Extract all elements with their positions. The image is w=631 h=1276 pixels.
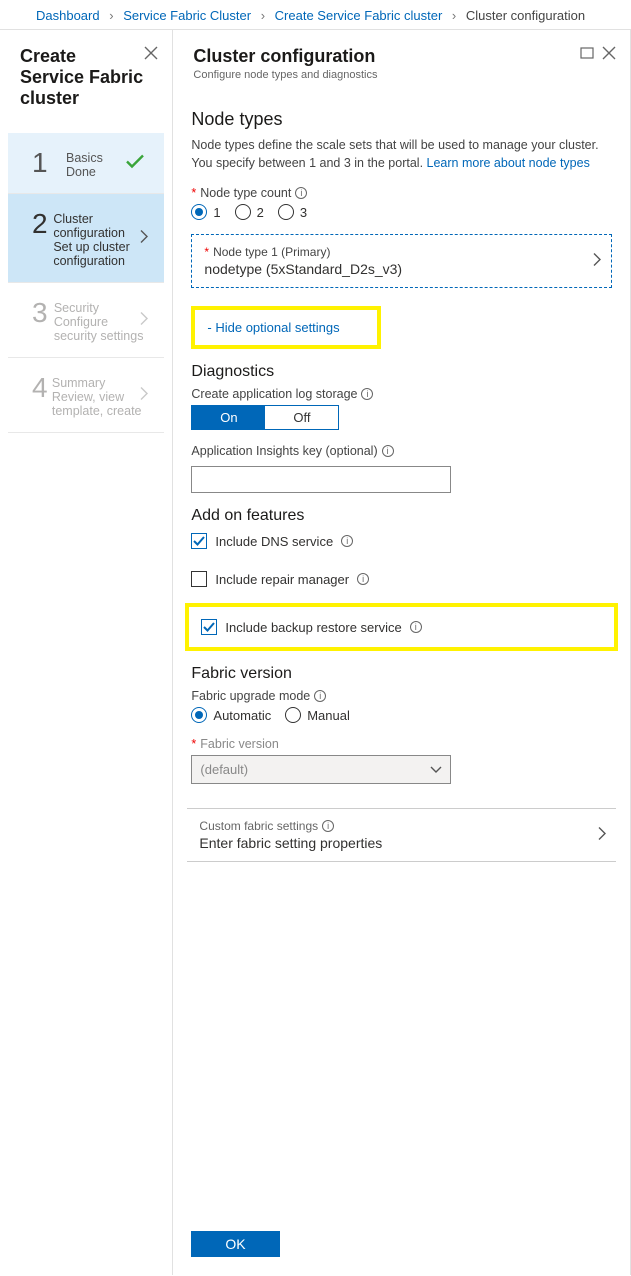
chevron-down-icon <box>430 762 442 777</box>
node-type-1-label: Node type 1 (Primary) <box>213 245 330 259</box>
checkmark-icon <box>126 155 144 172</box>
diagnostics-heading: Diagnostics <box>191 363 612 381</box>
node-count-label: * Node type count i <box>191 186 612 200</box>
config-title: Cluster configuration <box>193 46 377 67</box>
crumb-current: Cluster configuration <box>466 8 585 23</box>
checkbox-icon <box>201 619 217 635</box>
step-number: 2 <box>32 208 53 240</box>
required-star: * <box>191 186 196 200</box>
info-icon[interactable]: i <box>295 187 307 199</box>
checkbox-icon <box>191 533 207 549</box>
crumb-dashboard[interactable]: Dashboard <box>36 8 100 23</box>
required-star: * <box>191 737 196 751</box>
step-4-summary: 4 Summary Review, view template, create <box>8 358 164 433</box>
wizard-title: Create Service Fabric cluster <box>20 46 144 109</box>
mode-automatic[interactable]: Automatic <box>191 707 271 723</box>
toggle-on[interactable]: On <box>192 406 265 429</box>
fabric-mode-label: Fabric upgrade mode i <box>191 689 612 703</box>
radio-icon <box>191 707 207 723</box>
step-subtitle: Configure security settings <box>54 315 149 343</box>
chevron-right-icon <box>140 230 148 247</box>
info-icon[interactable]: i <box>382 445 394 457</box>
step-subtitle: Set up cluster configuration <box>53 240 148 268</box>
info-icon[interactable]: i <box>361 388 373 400</box>
radio-icon <box>235 204 251 220</box>
wizard-blade: Create Service Fabric cluster 1 Basics D… <box>0 29 173 1275</box>
step-2-cluster-config[interactable]: 2 Cluster configuration Set up cluster c… <box>8 194 164 283</box>
node-count-3[interactable]: 3 <box>278 204 307 220</box>
crumb-sfcluster[interactable]: Service Fabric Cluster <box>123 8 251 23</box>
step-3-security: 3 Security Configure security settings <box>8 283 164 358</box>
addon-repair[interactable]: Include repair manager i <box>191 571 612 587</box>
learn-more-link[interactable]: Learn more about node types <box>427 156 590 170</box>
close-icon[interactable] <box>144 46 158 60</box>
step-title: Security <box>54 301 149 315</box>
radio-icon <box>278 204 294 220</box>
chevron-right-icon <box>593 253 601 270</box>
hide-optional-link[interactable]: - Hide optional settings <box>207 320 339 335</box>
radio-icon <box>191 204 207 220</box>
radio-icon <box>285 707 301 723</box>
node-types-heading: Node types <box>191 109 612 130</box>
fabric-heading: Fabric version <box>191 665 612 683</box>
custom-fabric-settings[interactable]: Custom fabric settings i Enter fabric se… <box>187 808 616 862</box>
info-icon[interactable]: i <box>341 535 353 547</box>
maximize-icon[interactable] <box>580 46 594 60</box>
node-types-desc: Node types define the scale sets that wi… <box>191 136 612 172</box>
fabric-mode-radios: Automatic Manual <box>191 707 612 723</box>
appinsights-input[interactable] <box>191 466 451 493</box>
step-title: Summary <box>52 376 149 390</box>
step-number: 1 <box>32 147 66 179</box>
custom-fabric-label: Custom fabric settings <box>199 819 318 833</box>
node-type-1-selector[interactable]: * Node type 1 (Primary) nodetype (5xStan… <box>191 234 612 288</box>
config-blade: Cluster configuration Configure node typ… <box>173 29 631 1275</box>
node-count-radios: 1 2 3 <box>191 204 612 220</box>
chevron-right-icon: › <box>446 8 462 23</box>
step-number: 4 <box>32 372 52 404</box>
chevron-right-icon <box>140 312 148 329</box>
footer-bar: OK <box>173 1221 630 1275</box>
close-icon[interactable] <box>602 46 616 60</box>
step-title: Cluster configuration <box>53 212 148 240</box>
chevron-right-icon: › <box>255 8 271 23</box>
node-count-2[interactable]: 2 <box>235 204 264 220</box>
required-star: * <box>204 245 209 259</box>
step-number: 3 <box>32 297 54 329</box>
addons-heading: Add on features <box>191 507 612 525</box>
step-subtitle: Review, view template, create <box>52 390 149 418</box>
toggle-off[interactable]: Off <box>265 406 338 429</box>
chevron-right-icon <box>598 827 606 844</box>
crumb-create-sf[interactable]: Create Service Fabric cluster <box>275 8 443 23</box>
node-type-1-value: nodetype (5xStandard_D2s_v3) <box>204 261 581 277</box>
appinsights-label: Application Insights key (optional) i <box>191 444 612 458</box>
addon-dns[interactable]: Include DNS service i <box>191 533 612 549</box>
diag-storage-toggle[interactable]: On Off <box>191 405 339 430</box>
ok-button[interactable]: OK <box>191 1231 279 1257</box>
highlight-backup-restore: Include backup restore service i <box>185 603 618 651</box>
info-icon[interactable]: i <box>322 820 334 832</box>
node-count-1[interactable]: 1 <box>191 204 220 220</box>
step-1-basics[interactable]: 1 Basics Done <box>8 133 164 194</box>
info-icon[interactable]: i <box>314 690 326 702</box>
select-value: (default) <box>200 762 248 777</box>
info-icon[interactable]: i <box>357 573 369 585</box>
highlight-hide-optional: - Hide optional settings <box>191 306 381 349</box>
checkbox-icon <box>191 571 207 587</box>
fabric-version-select[interactable]: (default) <box>191 755 451 784</box>
addon-backup[interactable]: Include backup restore service i <box>201 619 602 635</box>
chevron-right-icon <box>140 387 148 404</box>
chevron-right-icon: › <box>103 8 119 23</box>
custom-fabric-value: Enter fabric setting properties <box>199 835 586 851</box>
info-icon[interactable]: i <box>410 621 422 633</box>
mode-manual[interactable]: Manual <box>285 707 350 723</box>
fabric-version-label: * Fabric version <box>191 737 612 751</box>
breadcrumb: Dashboard › Service Fabric Cluster › Cre… <box>0 0 631 29</box>
config-subtitle: Configure node types and diagnostics <box>193 69 377 81</box>
diag-storage-label: Create application log storage i <box>191 387 612 401</box>
